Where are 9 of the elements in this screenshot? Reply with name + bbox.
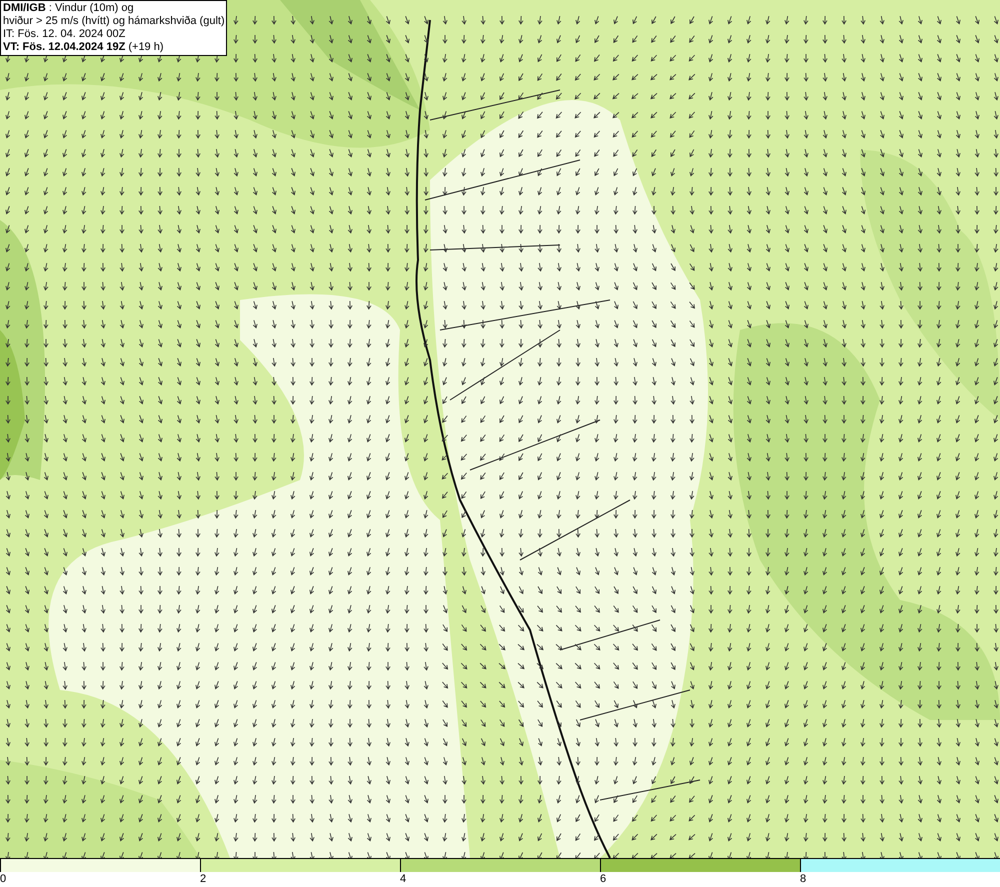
legend-tick-label: 0 (0, 872, 6, 886)
legend-tick-label: 2 (200, 872, 206, 886)
legend-tick-label: 4 (400, 872, 406, 886)
map-info-text: hviður > 25 m/s (hvítt) og hámarkshviða (gult) (3, 15, 224, 28)
map-info-text: DMI/IGB : Vindur (10m) og (3, 2, 135, 15)
map-info-text: VT: Fös. 12.04.2024 19Z (+19 h) (3, 41, 165, 54)
map-info-text: IT: Fös. 12. 04. 2024 00Z (3, 28, 126, 41)
legend-tick-label: 6 (600, 872, 606, 886)
legend-tick-label: 8 (800, 872, 806, 886)
